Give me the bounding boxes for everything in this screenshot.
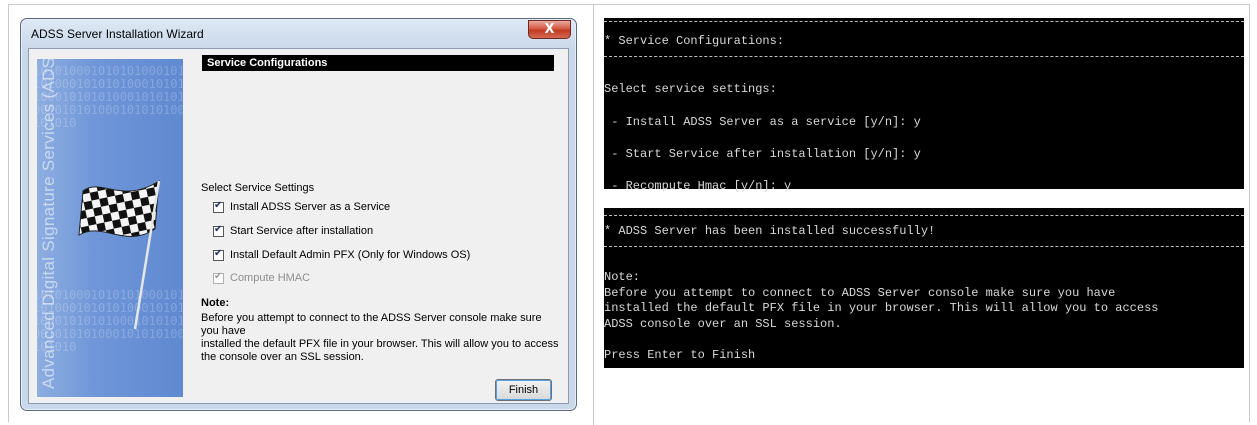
console-install-complete: * ADSS Server has been installed success… — [604, 208, 1244, 368]
install-as-service-checkbox[interactable]: Install ADSS Server as a Service — [213, 200, 391, 213]
install-admin-pfx-checkbox[interactable]: Install Default Admin PFX (Only for Wind… — [213, 248, 471, 261]
installation-wizard-dialog: ADSS Server Installation Wizard X 101010… — [20, 18, 577, 411]
checkbox-checked-icon[interactable] — [213, 248, 224, 261]
checkbox-label: Compute HMAC — [230, 272, 311, 284]
checkbox-checked-icon — [213, 271, 224, 284]
banner-vertical-text: Advanced Digital Signature Services (ADS… — [37, 59, 65, 389]
console-line: Select service settings: — [604, 82, 777, 96]
divider — [604, 246, 1244, 248]
close-button[interactable]: X — [528, 20, 571, 39]
console-service-configurations: * Service Configurations: Select service… — [604, 18, 1244, 193]
note-line: installed the default PFX file in your b… — [201, 338, 559, 350]
checkbox-label: Start Service after installation — [230, 225, 374, 237]
console-header: * Service Configurations: — [604, 34, 785, 48]
finish-button[interactable]: Finish — [495, 379, 552, 401]
checkered-flag-icon — [78, 180, 161, 330]
console-line: installed the default PFX file in your b… — [604, 301, 1159, 315]
console-line: - Recompute Hmac [y/n]: y — [604, 179, 792, 193]
checkbox-checked-icon[interactable] — [213, 224, 224, 237]
divider — [604, 215, 1244, 217]
dialog-client-area: 1010100010101010001010101000101010100010… — [28, 48, 569, 404]
panel-divider — [593, 4, 594, 425]
note-line: the console over an SSL session. — [201, 351, 364, 363]
note-title: Note: — [201, 297, 230, 309]
checkbox-label: Install Default Admin PFX (Only for Wind… — [230, 249, 471, 261]
checkbox-label: Install ADSS Server as a Service — [230, 201, 391, 213]
console-line: Before you attempt to connect to ADSS Se… — [604, 286, 1116, 300]
section-title: Service Configurations — [202, 55, 554, 71]
note-line: Before you attempt to connect to the ADS… — [201, 312, 542, 337]
dialog-title: ADSS Server Installation Wizard — [31, 27, 204, 41]
compute-hmac-checkbox: Compute HMAC — [213, 271, 311, 284]
console-line: - Install ADSS Server as a service [y/n]… — [604, 115, 921, 129]
console-header: * ADSS Server has been installed success… — [604, 224, 936, 238]
note-body: Before you attempt to connect to the ADS… — [201, 312, 561, 364]
console-line: ADSS console over an SSL session. — [604, 317, 842, 331]
console-prompt: Press Enter to Finish — [604, 348, 756, 362]
wizard-banner: 1010100010101010001010101000101010100010… — [37, 59, 183, 397]
checkbox-checked-icon[interactable] — [213, 200, 224, 213]
divider — [604, 56, 1244, 58]
console-line: - Start Service after installation [y/n]… — [604, 147, 921, 161]
divider — [604, 21, 1244, 23]
console-line: Note: — [604, 270, 641, 284]
start-service-checkbox[interactable]: Start Service after installation — [213, 224, 374, 237]
banner-product-name: Advanced Digital Signature Services (ADS… — [39, 59, 58, 389]
select-settings-label: Select Service Settings — [201, 182, 315, 194]
